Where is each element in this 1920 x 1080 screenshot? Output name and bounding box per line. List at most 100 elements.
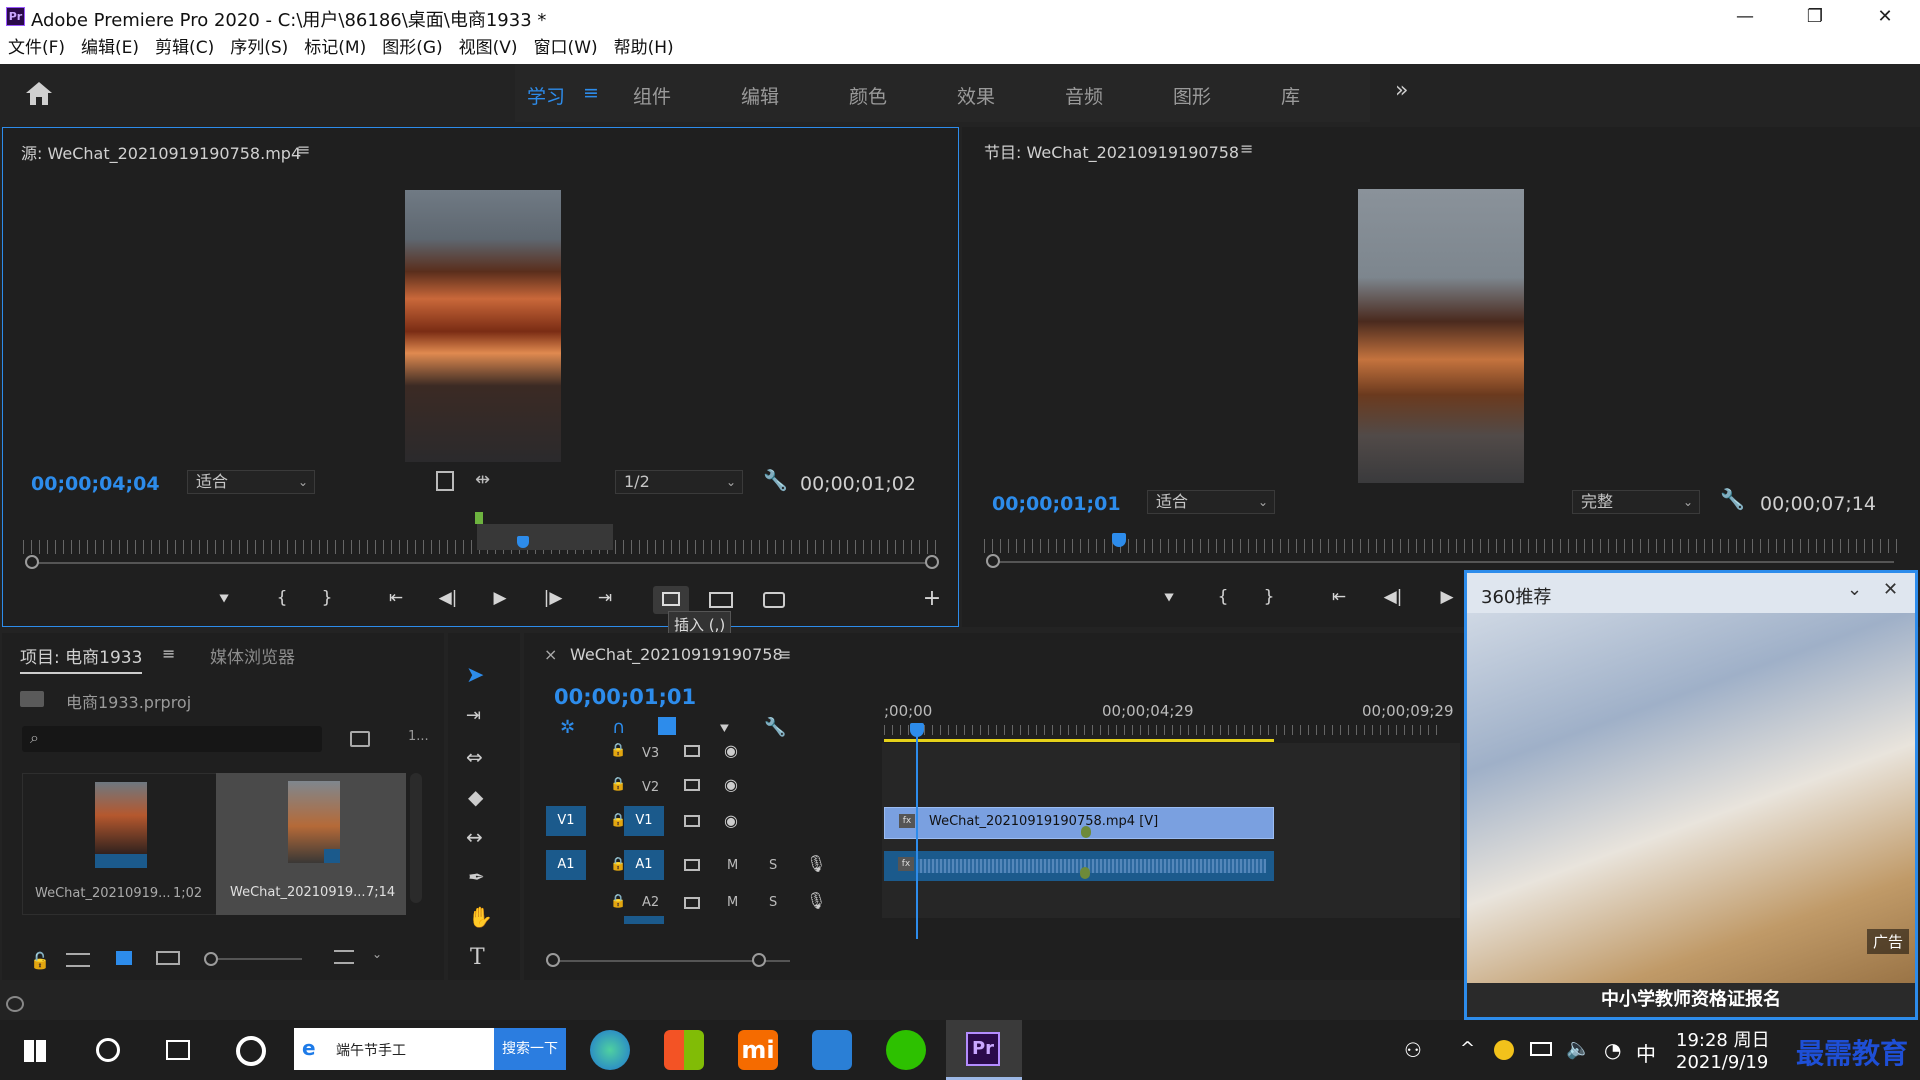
- background-tasks-icon[interactable]: [6, 996, 24, 1012]
- source-resolution-select[interactable]: 1/2 ⌄: [615, 470, 743, 494]
- home-icon[interactable]: [22, 78, 56, 108]
- task-view-icon[interactable]: [166, 1040, 190, 1060]
- step-forward-icon[interactable]: |▶: [540, 588, 566, 608]
- microphone-icon[interactable]: 🎙: [806, 854, 826, 873]
- sync-lock-icon[interactable]: [684, 815, 700, 827]
- ripple-edit-tool-icon[interactable]: ⇔: [466, 745, 483, 769]
- insert-button[interactable]: [653, 586, 689, 614]
- mute-a2-button[interactable]: M: [727, 895, 738, 910]
- project-search-input[interactable]: [52, 729, 312, 749]
- add-marker-icon[interactable]: ⯆: [211, 590, 237, 610]
- chevron-down-icon[interactable]: ⌄: [372, 947, 382, 961]
- mark-out-icon[interactable]: }: [314, 588, 340, 608]
- snap-magnet-icon[interactable]: ∩: [612, 717, 625, 738]
- workspace-editing[interactable]: 编辑: [741, 82, 779, 109]
- source-menu-icon[interactable]: ≡: [297, 140, 310, 159]
- hand-tool-icon[interactable]: ✋: [468, 905, 493, 929]
- mark-out-icon[interactable]: }: [1256, 587, 1282, 607]
- clock-time[interactable]: 19:28 周日: [1676, 1026, 1770, 1052]
- drag-audio-icon[interactable]: ⇹: [475, 469, 490, 490]
- workspace-menu-icon[interactable]: ≡: [583, 82, 599, 104]
- mail-icon[interactable]: [812, 1030, 852, 1070]
- settings-wrench-icon[interactable]: 🔧: [763, 468, 788, 492]
- sync-lock-icon[interactable]: [684, 897, 700, 909]
- microphone-icon[interactable]: 🎙: [806, 891, 826, 910]
- step-back-icon[interactable]: ◀|: [1380, 587, 1406, 607]
- timeline-settings-icon[interactable]: 🔧: [764, 717, 786, 738]
- mute-a1-button[interactable]: M: [727, 858, 738, 873]
- workspace-color[interactable]: 颜色: [849, 82, 887, 109]
- ad-popup[interactable]: 360推荐 ⌄ ✕ 广告 中小学教师资格证报名: [1464, 570, 1918, 1020]
- restore-button[interactable]: ❐: [1780, 0, 1850, 34]
- add-marker-icon[interactable]: ⯆: [718, 719, 731, 739]
- lock-icon[interactable]: 🔒: [610, 894, 626, 909]
- timeline-zoom-start-handle[interactable]: [546, 953, 560, 967]
- go-to-in-icon[interactable]: ⇤: [1326, 587, 1352, 607]
- freeform-view-icon[interactable]: [156, 951, 180, 965]
- timeline-timecode[interactable]: 00;00;01;01: [554, 685, 696, 709]
- ad-caption[interactable]: 中小学教师资格证报名: [1467, 983, 1915, 1017]
- taskbar-search-box[interactable]: e 端午节手工: [294, 1028, 494, 1070]
- store-icon[interactable]: [664, 1030, 704, 1070]
- pen-tool-icon[interactable]: ✒: [468, 865, 485, 889]
- source-patch-a1[interactable]: A1: [546, 850, 586, 880]
- program-menu-icon[interactable]: ≡: [1240, 139, 1253, 158]
- step-back-icon[interactable]: ◀|: [435, 588, 461, 608]
- type-tool-icon[interactable]: T: [470, 945, 485, 970]
- program-playhead[interactable]: [1112, 533, 1127, 547]
- premiere-taskbar-button[interactable]: Pr: [946, 1020, 1022, 1080]
- source-title[interactable]: 源: WeChat_20210919190758.mp4: [21, 140, 301, 164]
- program-fit-select[interactable]: 适合 ⌄: [1147, 490, 1275, 514]
- source-zoom-scrollbar[interactable]: [33, 562, 933, 564]
- source-in-out-range[interactable]: [477, 524, 613, 550]
- project-scrollbar[interactable]: [410, 773, 422, 903]
- track-a3-label[interactable]: [624, 916, 664, 924]
- media-browser-tab[interactable]: 媒体浏览器: [210, 643, 295, 668]
- thumbnail-size-handle[interactable]: [204, 952, 218, 966]
- new-bin-from-search-icon[interactable]: [350, 731, 370, 747]
- wechat-icon[interactable]: [886, 1030, 926, 1070]
- menu-edit[interactable]: 编辑(E): [81, 34, 139, 64]
- timeline-zoom-end-handle[interactable]: [752, 953, 766, 967]
- project-search-box[interactable]: ⌕: [22, 726, 322, 752]
- selection-tool-icon[interactable]: ➤: [466, 663, 484, 688]
- track-v1-label[interactable]: V1: [624, 806, 664, 836]
- eye-icon[interactable]: ◉: [724, 741, 738, 760]
- more-workspaces-icon[interactable]: »: [1395, 78, 1408, 103]
- mark-in-icon[interactable]: {: [1210, 587, 1236, 607]
- lock-icon[interactable]: 🔒: [610, 743, 626, 758]
- mark-in-icon[interactable]: {: [269, 588, 295, 608]
- solo-a2-button[interactable]: S: [769, 895, 777, 910]
- linked-selection-icon[interactable]: [658, 717, 676, 735]
- people-icon[interactable]: ⚇: [1404, 1038, 1422, 1062]
- wifi-icon[interactable]: ◔: [1604, 1038, 1621, 1062]
- source-zoom-start-handle[interactable]: [25, 555, 39, 569]
- add-marker-icon[interactable]: ⯆: [1156, 589, 1182, 609]
- menu-file[interactable]: 文件(F): [8, 34, 65, 64]
- timeline-ruler[interactable]: [884, 725, 1444, 735]
- menu-window[interactable]: 窗口(W): [534, 34, 598, 64]
- thumbnail-size-slider[interactable]: [212, 958, 302, 960]
- slip-tool-icon[interactable]: ↔: [466, 825, 483, 849]
- program-zoom-start-handle[interactable]: [986, 554, 1000, 568]
- project-menu-icon[interactable]: ≡: [162, 644, 175, 663]
- play-icon[interactable]: ▶: [487, 588, 513, 608]
- menu-help[interactable]: 帮助(H): [614, 34, 674, 64]
- track-a2-label[interactable]: A2: [642, 895, 659, 910]
- workspace-audio[interactable]: 音频: [1065, 82, 1103, 109]
- play-icon[interactable]: ▶: [1434, 587, 1460, 607]
- program-zoom-scrollbar[interactable]: [994, 561, 1894, 563]
- sequence-tab[interactable]: WeChat_20210919190758: [570, 645, 783, 664]
- list-view-icon[interactable]: [66, 953, 90, 967]
- workspace-graphics[interactable]: 图形: [1173, 82, 1211, 109]
- workspace-learn[interactable]: 学习: [527, 82, 565, 109]
- menu-graphics[interactable]: 图形(G): [382, 34, 442, 64]
- project-tab[interactable]: 项目: 电商1933: [20, 643, 143, 674]
- solo-a1-button[interactable]: S: [769, 858, 777, 873]
- track-a1-label[interactable]: A1: [624, 850, 664, 880]
- menu-clip[interactable]: 剪辑(C): [155, 34, 214, 64]
- minimize-button[interactable]: —: [1710, 0, 1780, 34]
- export-frame-camera-icon[interactable]: [763, 592, 785, 608]
- source-playhead[interactable]: [517, 536, 530, 548]
- sort-icon[interactable]: [334, 950, 354, 964]
